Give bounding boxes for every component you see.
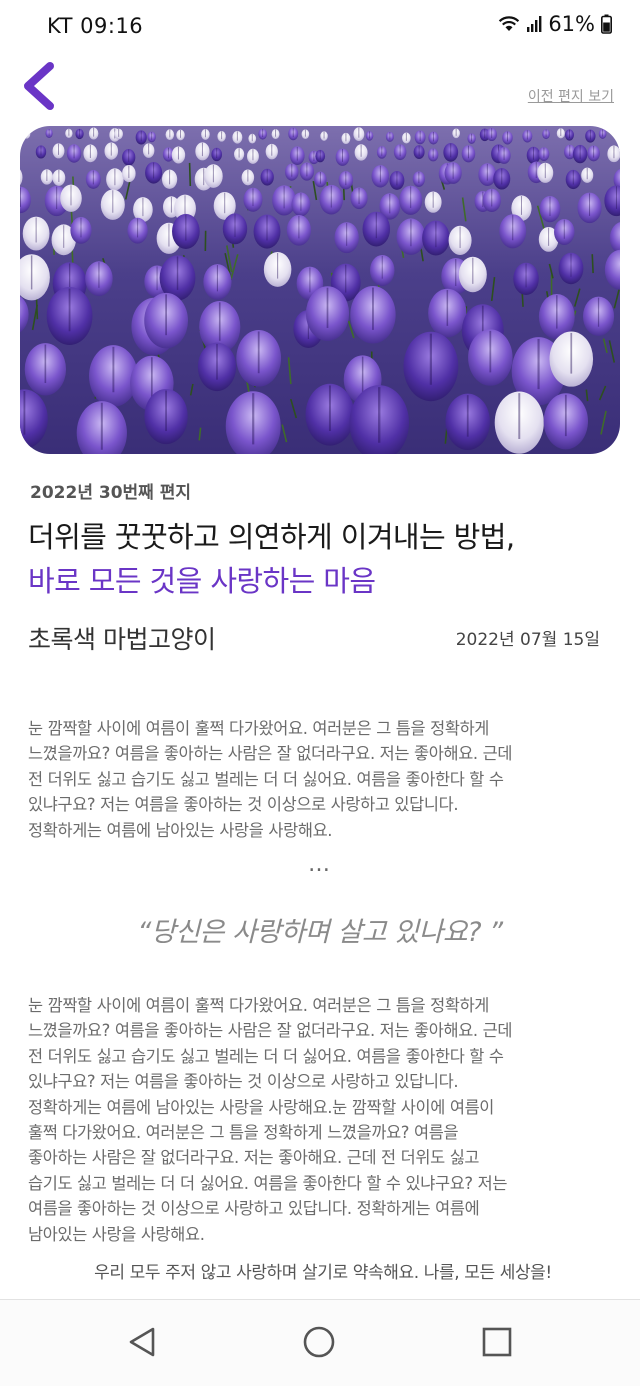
paragraph-line: 있냐구요? 저는 여름을 좋아하는 것 이상으로 사랑하고 있답니다. <box>28 792 618 817</box>
crocus-flower <box>615 129 620 141</box>
letter-issue: 2022년 30번째 편지 <box>30 478 191 503</box>
battery-percent: 61% <box>548 12 595 36</box>
nav-back-button[interactable] <box>122 1322 162 1362</box>
paragraph-line: 남아있는 사랑을 사랑해요. <box>28 1222 618 1247</box>
wifi-icon <box>498 15 520 33</box>
letter-body-paragraph: 눈 깜짝할 사이에 여름이 훌쩍 다가왔어요. 여러분은 그 틈을 정확하게 느… <box>28 716 618 843</box>
paragraph-line: 정확하게는 여름에 남아있는 사랑을 사랑해요. <box>28 818 618 843</box>
nav-recent-apps-button[interactable] <box>477 1322 517 1362</box>
paragraph-line: 눈 깜짝할 사이에 여름이 훌쩍 다가왔어요. 여러분은 그 틈을 정확하게 <box>28 716 618 741</box>
triangle-back-icon <box>122 1322 162 1362</box>
hero-image <box>20 126 620 454</box>
letter-author: 초록색 마법고양이 <box>28 620 215 656</box>
system-navigation-bar <box>0 1299 640 1386</box>
square-recent-icon <box>477 1322 517 1362</box>
battery-icon <box>601 14 612 34</box>
signal-icon <box>526 15 542 33</box>
letter-body-paragraph: 눈 깜짝할 사이에 여름이 훌쩍 다가왔어요. 여러분은 그 틈을 정확하게 느… <box>28 993 618 1247</box>
circle-home-icon <box>299 1322 339 1362</box>
paragraph-line: 눈 깜짝할 사이에 여름이 훌쩍 다가왔어요. 여러분은 그 틈을 정확하게 <box>28 993 618 1018</box>
paragraph-line: 느꼈을까요? 여름을 좋아하는 사람은 잘 없더라구요. 저는 좋아해요. 근데 <box>28 1018 618 1043</box>
paragraph-line: 전 더위도 싫고 습기도 싫고 벌레는 더 더 싫어요. 여름을 좋아한다 할 … <box>28 1044 618 1069</box>
letter-date: 2022년 07월 15일 <box>456 625 600 650</box>
letter-closing: 우리 모두 주저 않고 사랑하며 살기로 약속해요. 나를, 모든 세상을! <box>0 1258 640 1283</box>
paragraph-line: 여름을 좋아하는 것 이상으로 사랑하고 있답니다. 정확하게는 여름에 <box>28 1196 618 1221</box>
paragraph-line: 좋아하는 사람은 잘 없더라구요. 저는 좋아해요. 근데 전 더위도 싫고 <box>28 1145 618 1170</box>
carrier-time: KT 09:16 <box>47 14 143 38</box>
back-button[interactable] <box>18 58 64 114</box>
crocus-field-image <box>20 126 620 454</box>
letter-title: 더위를 꿋꿋하고 의연하게 이겨내는 방법, <box>28 514 514 556</box>
letter-quote: “당신은 사랑하며 살고 있나요? ” <box>0 910 640 949</box>
paragraph-line: 훌쩍 다가왔어요. 여러분은 그 틈을 정확하게 느꼈을까요? 여름을 <box>28 1120 618 1145</box>
nav-home-button[interactable] <box>299 1322 339 1362</box>
paragraph-line: 있냐구요? 저는 여름을 좋아하는 것 이상으로 사랑하고 있답니다. <box>28 1069 618 1094</box>
paragraph-line: 습기도 싫고 벌레는 더 더 싫어요. 여름을 좋아한다 할 수 있냐구요? 저… <box>28 1171 618 1196</box>
previous-letters-link[interactable]: 이전 편지 보기 <box>528 86 614 106</box>
paragraph-line: 전 더위도 싫고 습기도 싫고 벌레는 더 더 싫어요. 여름을 좋아한다 할 … <box>28 767 618 792</box>
chevron-left-icon <box>18 58 64 114</box>
crocus-flower <box>23 129 30 138</box>
paragraph-line: 느꼈을까요? 여름을 좋아하는 사람은 잘 없더라구요. 저는 좋아해요. 근데 <box>28 741 618 766</box>
status-bar: KT 09:16 61% <box>0 0 640 52</box>
letter-subtitle: 바로 모든 것을 사랑하는 마음 <box>28 558 375 600</box>
paragraph-line: 정확하게는 여름에 남아있는 사랑을 사랑해요.눈 깜짝할 사이에 여름이 <box>28 1095 618 1120</box>
section-divider: … <box>0 852 640 877</box>
status-icons: 61% <box>498 12 612 36</box>
